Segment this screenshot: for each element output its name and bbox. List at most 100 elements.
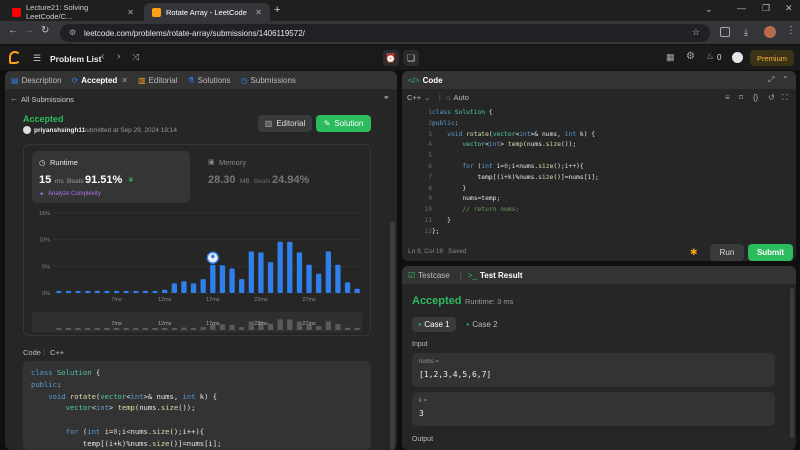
notes-icon[interactable]: ❏ [403,50,419,66]
submission-status: Accepted [23,114,64,124]
overview-bar [162,328,168,330]
site-info-icon[interactable]: ⚙ [69,28,76,37]
braces-icon[interactable]: {} [753,93,758,102]
cursor-position: Ln 9, Col 18 [408,248,444,255]
debug-icon[interactable]: ✱ [690,247,698,258]
premium-button[interactable]: Premium [750,50,794,66]
maximize-icon[interactable]: ⤢ [768,75,774,85]
leetcode-favicon-icon [152,7,161,17]
chart-bar [219,265,226,293]
overview-bar [354,328,360,330]
history-icon: ◷ [240,75,248,85]
checkbox-icon: ☑ [408,270,416,280]
code-language: C++ [50,348,65,357]
code-tabbar: </> Code ⤢ ⌃ [402,71,796,89]
chart-bar [344,282,351,293]
tab-label: Accepted [81,75,118,85]
window-close-icon[interactable]: ✕ [785,3,793,14]
overview-bar [344,327,351,330]
timer-icon[interactable]: ⏰ [383,50,399,66]
overview-bar [200,327,206,330]
url-text: leetcode.com/problems/rotate-array/submi… [84,28,305,38]
left-scrollbar[interactable] [390,221,395,450]
language-select[interactable]: C++ ⌄ [407,93,430,102]
tab-solutions[interactable]: ⚗ Solutions [187,76,230,85]
tab-code[interactable]: </> Code [408,76,443,85]
back-arrow-icon[interactable]: ← [10,94,18,103]
solution-button[interactable]: ✎ Solution [316,115,371,132]
forward-icon[interactable]: → [24,25,34,36]
close-icon[interactable]: ✕ [255,8,262,17]
address-bar[interactable]: ⚙ leetcode.com/problems/rotate-array/sub… [60,24,710,42]
reset-icon[interactable]: ↺ [768,93,775,102]
line-number: 12 [424,227,432,235]
collapse-icon[interactable]: ⌃ [782,75,789,84]
memory-card[interactable]: ▣ Memory 28.30 MB Beats 24.94% [202,151,362,203]
submit-button[interactable]: Submit [748,244,793,261]
reload-icon[interactable]: ↻ [41,25,49,36]
code-editor[interactable]: class Solution { public: void rotate(vec… [432,108,599,238]
close-icon[interactable]: ✕ [127,8,134,17]
tab-editorial[interactable]: ▥ Editorial [138,76,177,85]
layout-icon[interactable]: ▦ [666,52,675,63]
editorial-button[interactable]: ▥ Editorial [258,115,312,132]
prev-problem-icon[interactable]: ‹ [101,51,104,62]
fullscreen-icon[interactable]: ⛶ [782,93,788,103]
submitted-code-block[interactable]: class Solution { public: void rotate(vec… [23,361,371,450]
chart-bar [229,268,235,293]
leetcode-logo-icon[interactable] [9,51,21,64]
overview-bar [335,324,341,330]
submitter-name[interactable]: priyanshsingh11 [34,127,85,134]
bookmark-icon[interactable]: ⌑ [739,93,743,102]
tab-search-icon[interactable]: ⌄ [705,4,713,15]
shuffle-icon[interactable]: ⤨ [132,52,139,63]
y-tick-label: 15% [39,211,50,217]
profile-avatar[interactable] [764,26,776,38]
chart-bar [56,290,62,293]
tab-label: Test Result [479,270,523,280]
extensions-icon[interactable] [720,27,730,37]
back-icon[interactable]: ← [8,25,18,36]
chart-bar [75,290,81,293]
settings-icon[interactable]: ⚙ [686,51,695,62]
browser-menu-icon[interactable]: ⋮ [786,25,796,36]
tab-accepted[interactable]: ⟳ Accepted ✕ [72,76,128,85]
run-button[interactable]: Run [710,244,744,261]
chevron-down-icon: ⌄ [424,93,431,102]
tab-description[interactable]: ▤ Description [11,76,62,85]
tab-submissions[interactable]: ◷ Submissions [241,76,296,85]
line-number: 1 [428,109,432,116]
minimize-icon[interactable]: — [737,3,746,13]
overview-bar [171,328,177,330]
overview-bar [152,328,158,330]
code-editor-panel: </> Code ⤢ ⌃ C++ ⌄ | ⌂ Auto ≡ ⌑ {} ↺ ⛶ 1234… [402,71,796,261]
format-icon[interactable]: ≡ [725,93,730,102]
analyze-complexity-link[interactable]: Analyze Complexity [48,191,101,197]
new-tab-button[interactable]: + [274,4,280,16]
memory-title: Memory [219,158,247,167]
all-submissions-link[interactable]: All Submissions [21,95,74,104]
close-icon[interactable]: ✕ [121,76,128,85]
user-avatar[interactable] [732,52,743,63]
download-icon[interactable]: ⤓ [744,27,748,38]
tab-test-result[interactable]: >_ Test Result [468,271,523,280]
runtime-card[interactable]: ◷ Runtime 15 ms Beats 91.51% ❦ ✦ Analyze… [32,151,190,203]
runtime-distribution-chart[interactable]: 15% 10% 5% 0% 7ms 12ms 17ms 22ms 27ms 7ms 12ms 17ms… [24,207,372,337]
browser-tab-lecture[interactable]: Lecture21: Solving LeetCode/C... ✕ [4,3,142,21]
case-2-tab[interactable]: • Case 2 [460,317,504,332]
auto-mode-toggle[interactable]: ⌂ Auto [446,93,469,102]
restore-icon[interactable]: ❐ [762,3,770,14]
share-link-icon[interactable]: ⚭ [383,93,390,102]
tab-testcase[interactable]: ☑ Testcase [408,271,450,280]
next-problem-icon[interactable]: › [117,51,120,62]
chart-bar [123,290,129,293]
browser-tab-leetcode[interactable]: Rotate Array - LeetCode ✕ [144,3,270,21]
overview-bar [277,319,283,330]
case-1-tab[interactable]: • Case 1 [412,317,456,332]
result-scrollbar[interactable] [790,288,794,438]
bookmark-star-icon[interactable]: ☆ [692,27,700,38]
problem-list-link[interactable]: Problem List [50,54,101,64]
save-status: Saved [448,248,467,255]
chart-bar [258,252,264,293]
tab-label: Submissions [250,75,296,85]
